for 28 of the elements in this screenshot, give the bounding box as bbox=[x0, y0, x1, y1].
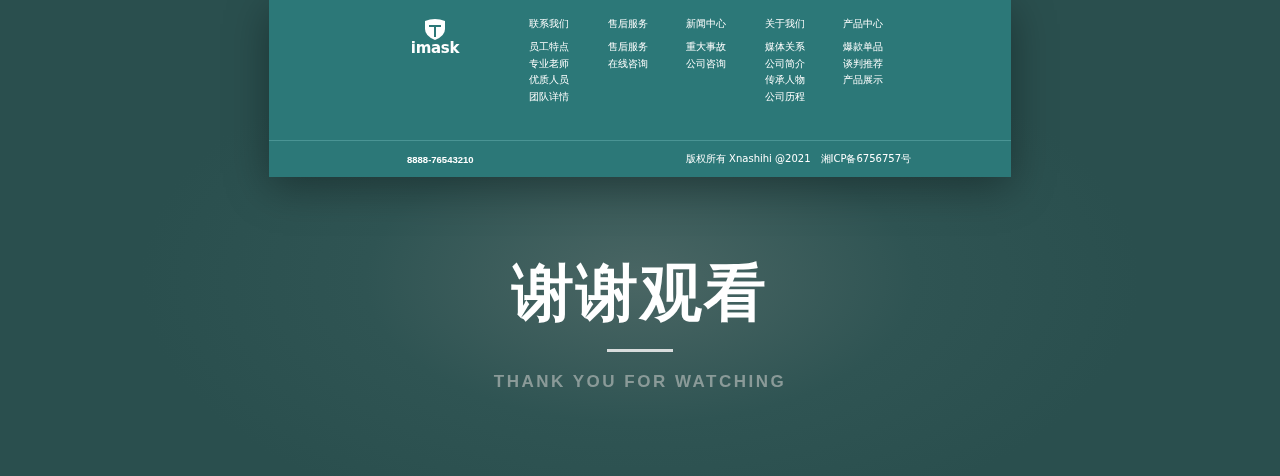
thanks-title: 谢谢观看 bbox=[512, 255, 768, 331]
divider-bar bbox=[607, 349, 673, 352]
footer-link[interactable]: 在线咨询 bbox=[607, 57, 686, 70]
footer-link[interactable]: 媒体关系 bbox=[764, 41, 843, 53]
column-title: 新闻中心 bbox=[686, 18, 727, 30]
footer-link[interactable]: 优质人员 bbox=[529, 74, 608, 86]
footer-link[interactable]: 公司咨询 bbox=[686, 57, 765, 70]
footer-link[interactable]: 团队详情 bbox=[529, 90, 608, 103]
footer-link[interactable]: 传承人物 bbox=[764, 74, 843, 86]
column-title: 联系我们 bbox=[529, 18, 570, 30]
footer-link[interactable]: 公司简介 bbox=[764, 57, 843, 70]
footer-link[interactable]: 售后服务 bbox=[607, 41, 686, 53]
footer-link[interactable]: 产品展示 bbox=[843, 74, 922, 86]
footer-link[interactable]: 爆款单品 bbox=[843, 41, 922, 53]
phone-number: 8888-76543210 bbox=[407, 153, 475, 165]
footer-link[interactable]: 专业老师 bbox=[529, 57, 608, 70]
footer-link[interactable]: 员工特点 bbox=[529, 41, 608, 53]
column-title: 关于我们 bbox=[764, 18, 806, 30]
thanks-subtitle: THANK YOU FOR WATCHING bbox=[493, 372, 787, 392]
column-title: 产品中心 bbox=[843, 18, 884, 30]
logo-text: imask bbox=[410, 40, 460, 56]
footer-link[interactable]: 谈判推荐 bbox=[843, 57, 922, 70]
column-title: 售后服务 bbox=[607, 18, 649, 30]
footer-link[interactable]: 公司历程 bbox=[764, 90, 843, 103]
icp-text: 湘ICP备6756757号 bbox=[820, 152, 911, 166]
footer-link[interactable]: 重大事故 bbox=[686, 41, 765, 53]
copyright-text: 版权所有 Xnashihi @2021 bbox=[685, 152, 811, 166]
shield-logo-icon bbox=[424, 18, 446, 40]
